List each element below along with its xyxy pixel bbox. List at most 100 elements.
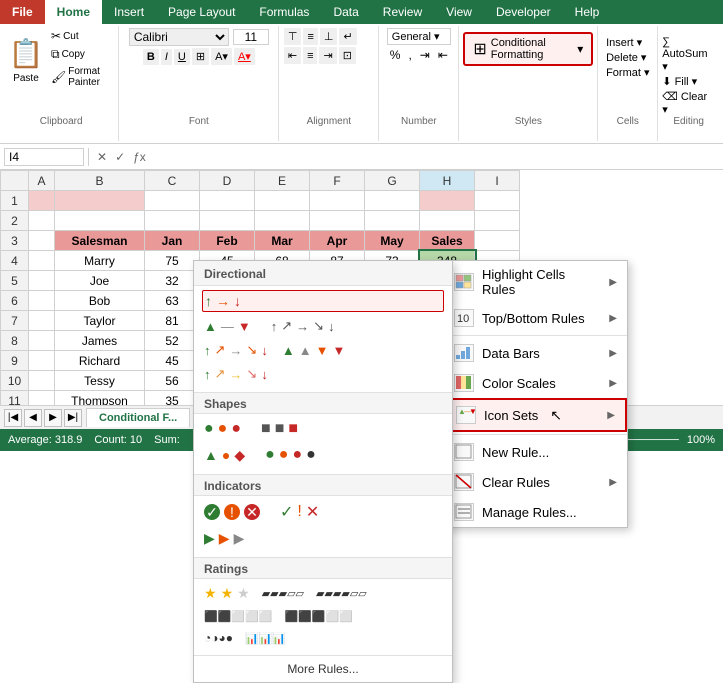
cell-h3[interactable]: Sales (420, 231, 475, 251)
cell-c4[interactable]: 75 (145, 251, 200, 271)
cell-c7[interactable]: 81 (145, 311, 200, 331)
cell-c5[interactable]: 32 (145, 271, 200, 291)
row-header-3[interactable]: 3 (1, 231, 29, 251)
tab-insert[interactable]: Insert (102, 0, 156, 24)
row-header-7[interactable]: 7 (1, 311, 29, 331)
cell-i2[interactable] (475, 211, 520, 231)
cell-a7[interactable] (29, 311, 55, 331)
color-scales-item[interactable]: Color Scales (444, 368, 627, 398)
wrap-text-button[interactable]: ↵ (339, 28, 356, 45)
row-header-4[interactable]: 4 (1, 251, 29, 271)
cell-a4[interactable] (29, 251, 55, 271)
cell-b3[interactable]: Salesman (55, 231, 145, 251)
ratings-row-1[interactable]: ★ ★ ★ ▰▰▰▱▱ ▰▰▰▰▱▱ (202, 583, 444, 604)
cell-c8[interactable]: 52 (145, 331, 200, 351)
tab-review[interactable]: Review (371, 0, 434, 24)
row-header-2[interactable]: 2 (1, 211, 29, 231)
clear-button[interactable]: ⌫ Clear ▾ (662, 90, 715, 116)
tab-home[interactable]: Home (45, 0, 102, 24)
cell-a6[interactable] (29, 291, 55, 311)
align-bottom-button[interactable]: ⊥ (320, 28, 338, 45)
autosum-button[interactable]: ∑ AutoSum ▾ (662, 36, 715, 73)
cell-f2[interactable] (310, 211, 365, 231)
row-header-5[interactable]: 5 (1, 271, 29, 291)
delete-cells-button[interactable]: Delete ▾ (606, 51, 649, 64)
cell-b8[interactable]: James (55, 331, 145, 351)
decrease-decimal-button[interactable]: ⇤ (435, 47, 451, 63)
next-sheet-button[interactable]: ▶ (44, 409, 62, 427)
cell-e2[interactable] (255, 211, 310, 231)
row-header-9[interactable]: 9 (1, 351, 29, 371)
tab-help[interactable]: Help (563, 0, 612, 24)
cell-h1[interactable] (420, 191, 475, 211)
cell-a5[interactable] (29, 271, 55, 291)
align-left-button[interactable]: ⇤ (284, 47, 301, 64)
cut-button[interactable]: ✂ Cut (48, 28, 114, 44)
cell-g3[interactable]: May (365, 231, 420, 251)
col-header-i[interactable]: I (475, 171, 520, 191)
cell-c1[interactable] (145, 191, 200, 211)
cell-e3[interactable]: Mar (255, 231, 310, 251)
indicators-row-2[interactable]: ▶ ▶ ▶ (202, 528, 444, 549)
cell-a9[interactable] (29, 351, 55, 371)
align-middle-button[interactable]: ≡ (303, 28, 317, 45)
col-header-f[interactable]: F (310, 171, 365, 191)
cell-f1[interactable] (310, 191, 365, 211)
col-header-d[interactable]: D (200, 171, 255, 191)
row-header-8[interactable]: 8 (1, 331, 29, 351)
cell-d2[interactable] (200, 211, 255, 231)
manage-rules-item[interactable]: Manage Rules... (444, 497, 627, 527)
ratings-row-3[interactable]: ◔◑◕● 📊📊📊 (202, 629, 444, 647)
underline-button[interactable]: U (174, 49, 190, 65)
merge-button[interactable]: ⊡ (339, 47, 356, 64)
cell-b7[interactable]: Taylor (55, 311, 145, 331)
active-sheet-tab[interactable]: Conditional F... (86, 408, 190, 427)
cell-c6[interactable]: 63 (145, 291, 200, 311)
cell-b9[interactable]: Richard (55, 351, 145, 371)
formula-confirm-icon[interactable]: ✓ (115, 150, 125, 164)
last-sheet-button[interactable]: ▶| (64, 409, 82, 427)
font-size-input[interactable] (233, 29, 269, 45)
conditional-formatting-button[interactable]: ⊞ Conditional Formatting ▾ (463, 32, 593, 66)
row-header-1[interactable]: 1 (1, 191, 29, 211)
cell-b1[interactable] (55, 191, 145, 211)
cell-reference-input[interactable] (4, 148, 84, 166)
paste-button[interactable]: 📋 Paste (8, 33, 44, 84)
cell-h2[interactable] (420, 211, 475, 231)
indicators-row-1[interactable]: ✓ ! ✕ ✓ ! ✕ (202, 500, 444, 524)
first-sheet-button[interactable]: |◀ (4, 409, 22, 427)
directional-row-1[interactable]: ↑ → ↓ (202, 290, 444, 312)
cell-a10[interactable] (29, 371, 55, 391)
font-family-select[interactable]: Calibri (129, 28, 229, 46)
cell-i1[interactable] (475, 191, 520, 211)
cell-b5[interactable]: Joe (55, 271, 145, 291)
number-format-select[interactable]: General ▾ (387, 28, 451, 45)
directional-row-4[interactable]: ↑ ↗ → ↘ ↓ (202, 364, 444, 384)
tab-formulas[interactable]: Formulas (247, 0, 321, 24)
cell-a3[interactable] (29, 231, 55, 251)
border-button[interactable]: ⊞ (192, 48, 209, 65)
cell-b6[interactable]: Bob (55, 291, 145, 311)
tab-page-layout[interactable]: Page Layout (156, 0, 247, 24)
insert-cells-button[interactable]: Insert ▾ (606, 36, 649, 49)
align-top-button[interactable]: ⊤ (284, 28, 302, 45)
percent-button[interactable]: % (387, 47, 404, 63)
align-center-button[interactable]: ≡ (303, 47, 317, 64)
cell-a2[interactable] (29, 211, 55, 231)
fill-color-button[interactable]: A▾ (211, 48, 232, 65)
cell-f3[interactable]: Apr (310, 231, 365, 251)
tab-file[interactable]: File (0, 0, 45, 24)
cell-i3[interactable] (475, 231, 520, 251)
col-header-a[interactable]: A (29, 171, 55, 191)
directional-row-3[interactable]: ↑ ↗ → ↘ ↓ ▲ ▲ ▼ ▼ (202, 340, 444, 360)
data-bars-item[interactable]: Data Bars (444, 338, 627, 368)
comma-button[interactable]: , (405, 47, 414, 63)
cell-c2[interactable] (145, 211, 200, 231)
prev-sheet-button[interactable]: ◀ (24, 409, 42, 427)
cell-g1[interactable] (365, 191, 420, 211)
cell-b4[interactable]: Marry (55, 251, 145, 271)
ratings-row-2[interactable]: ⬛⬛⬜⬜⬜ ⬛⬛⬛⬜⬜ (202, 608, 444, 625)
row-header-6[interactable]: 6 (1, 291, 29, 311)
row-header-10[interactable]: 10 (1, 371, 29, 391)
new-rule-item[interactable]: New Rule... (444, 437, 627, 467)
